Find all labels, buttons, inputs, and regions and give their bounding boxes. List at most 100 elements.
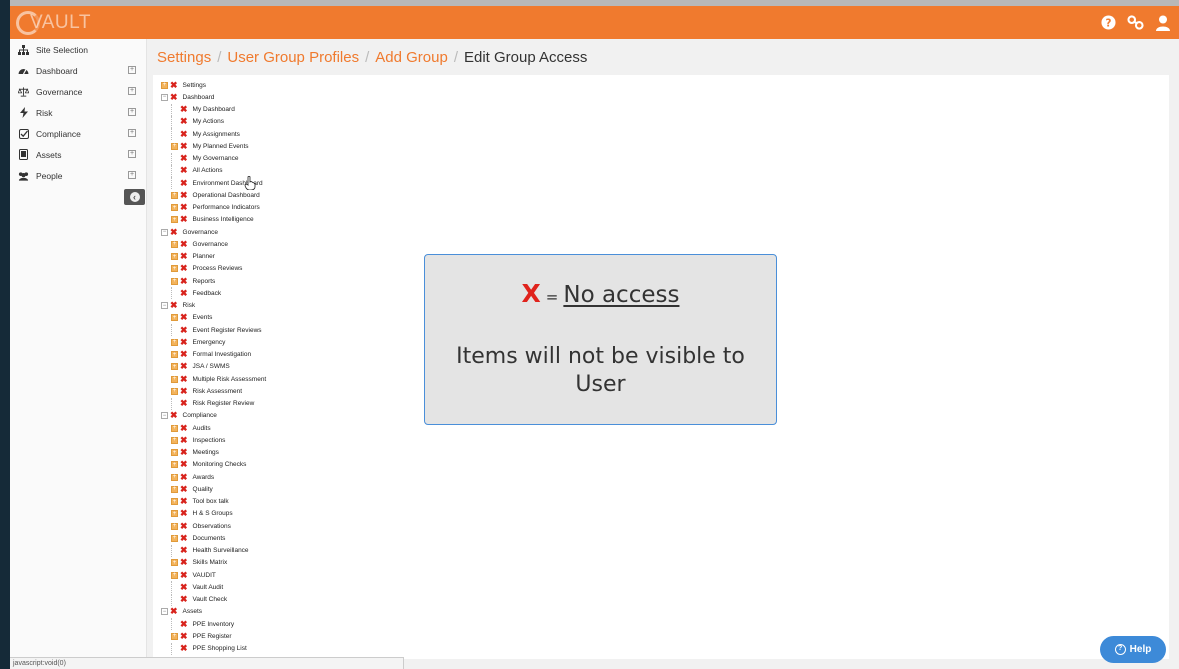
- tree-node[interactable]: ✖ PPE Shopping List: [155, 642, 266, 655]
- expand-node-icon[interactable]: +: [171, 240, 178, 248]
- no-access-x-icon[interactable]: ✖: [180, 165, 188, 176]
- tree-node[interactable]: ✖ My Governance: [155, 152, 266, 165]
- no-access-x-icon[interactable]: ✖: [180, 398, 188, 409]
- tree-node[interactable]: + ✖ Documents: [155, 532, 266, 544]
- no-access-x-icon[interactable]: ✖: [180, 533, 188, 544]
- breadcrumb-settings[interactable]: Settings: [157, 49, 211, 66]
- tree-node[interactable]: + ✖ Monitoring Checks: [155, 459, 266, 471]
- expand-icon[interactable]: +: [128, 171, 136, 179]
- expand-node-icon[interactable]: +: [171, 363, 178, 371]
- expand-node-icon[interactable]: +: [171, 473, 178, 481]
- no-access-x-icon[interactable]: ✖: [180, 484, 188, 495]
- tree-node[interactable]: + ✖ Operational Dashboard: [155, 189, 266, 201]
- vault-logo[interactable]: VAULT: [16, 10, 91, 36]
- expand-icon[interactable]: +: [128, 66, 136, 74]
- expand-node-icon[interactable]: +: [171, 559, 178, 567]
- tree-node[interactable]: + ✖ Governance: [155, 238, 266, 250]
- no-access-x-icon[interactable]: ✖: [180, 276, 188, 287]
- no-access-x-icon[interactable]: ✖: [180, 104, 188, 115]
- no-access-x-icon[interactable]: ✖: [180, 153, 188, 164]
- no-access-x-icon[interactable]: ✖: [180, 178, 188, 189]
- expand-node-icon[interactable]: +: [171, 204, 178, 212]
- no-access-x-icon[interactable]: ✖: [180, 361, 188, 372]
- sidebar-item-compliance[interactable]: Compliance +: [10, 123, 146, 144]
- sidebar-item-assets[interactable]: Assets +: [10, 144, 146, 165]
- expand-node-icon[interactable]: +: [171, 265, 178, 273]
- tree-node[interactable]: ✖ Feedback: [155, 287, 266, 300]
- no-access-x-icon[interactable]: ✖: [180, 521, 188, 532]
- expand-node-icon[interactable]: +: [171, 142, 178, 150]
- collapse-node-icon[interactable]: −: [161, 412, 168, 420]
- no-access-x-icon[interactable]: ✖: [180, 349, 188, 360]
- no-access-x-icon[interactable]: ✖: [180, 619, 188, 630]
- no-access-x-icon[interactable]: ✖: [180, 325, 188, 336]
- expand-node-icon[interactable]: +: [171, 498, 178, 506]
- link-icon[interactable]: [1127, 14, 1144, 31]
- no-access-x-icon[interactable]: ✖: [180, 631, 188, 642]
- no-access-x-icon[interactable]: ✖: [180, 386, 188, 397]
- no-access-x-icon[interactable]: ✖: [180, 374, 188, 385]
- expand-icon[interactable]: +: [128, 129, 136, 137]
- tree-node[interactable]: + ✖ My Planned Events: [155, 140, 266, 152]
- sidebar-collapse-button[interactable]: ‹: [124, 189, 145, 205]
- expand-node-icon[interactable]: +: [171, 571, 178, 579]
- tree-node[interactable]: + ✖ JSA / SWMS: [155, 361, 266, 373]
- no-access-x-icon[interactable]: ✖: [180, 557, 188, 568]
- expand-node-icon[interactable]: +: [171, 424, 178, 432]
- tree-node[interactable]: ✖ Vault Audit: [155, 581, 266, 594]
- no-access-x-icon[interactable]: ✖: [180, 263, 188, 274]
- tree-node[interactable]: ✖ Vault Check: [155, 593, 266, 606]
- expand-node-icon[interactable]: +: [171, 253, 178, 261]
- tree-node[interactable]: − ✖ Dashboard: [155, 91, 266, 103]
- no-access-x-icon[interactable]: ✖: [170, 80, 178, 91]
- breadcrumb-add-group[interactable]: Add Group: [375, 49, 448, 66]
- expand-node-icon[interactable]: +: [171, 461, 178, 469]
- no-access-x-icon[interactable]: ✖: [180, 423, 188, 434]
- tree-node[interactable]: + ✖ Meetings: [155, 447, 266, 459]
- no-access-x-icon[interactable]: ✖: [180, 312, 188, 323]
- tree-node[interactable]: + ✖ Audits: [155, 422, 266, 434]
- no-access-x-icon[interactable]: ✖: [180, 508, 188, 519]
- no-access-x-icon[interactable]: ✖: [180, 459, 188, 470]
- no-access-x-icon[interactable]: ✖: [180, 545, 188, 556]
- tree-node[interactable]: + ✖ Inspections: [155, 434, 266, 446]
- tree-node[interactable]: + ✖ Process Reviews: [155, 263, 266, 275]
- collapse-node-icon[interactable]: −: [161, 93, 168, 101]
- no-access-x-icon[interactable]: ✖: [180, 435, 188, 446]
- no-access-x-icon[interactable]: ✖: [170, 606, 178, 617]
- no-access-x-icon[interactable]: ✖: [180, 251, 188, 262]
- no-access-x-icon[interactable]: ✖: [180, 594, 188, 605]
- tree-node[interactable]: + ✖ Performance Indicators: [155, 202, 266, 214]
- help-button[interactable]: ? Help: [1100, 636, 1166, 663]
- tree-node[interactable]: + ✖ Emergency: [155, 336, 266, 348]
- tree-node[interactable]: + ✖ Reports: [155, 275, 266, 287]
- sidebar-item-dashboard[interactable]: Dashboard +: [10, 60, 146, 81]
- tree-node[interactable]: + ✖ Observations: [155, 520, 266, 532]
- expand-node-icon[interactable]: +: [171, 485, 178, 493]
- expand-node-icon[interactable]: +: [171, 449, 178, 457]
- tree-node[interactable]: ✖ My Actions: [155, 115, 266, 128]
- tree-node[interactable]: + ✖ Settings: [155, 79, 266, 91]
- no-access-x-icon[interactable]: ✖: [180, 496, 188, 507]
- no-access-x-icon[interactable]: ✖: [180, 239, 188, 250]
- tree-node[interactable]: ✖ My Dashboard: [155, 103, 266, 116]
- collapse-node-icon[interactable]: −: [161, 608, 168, 616]
- sidebar-item-people[interactable]: People +: [10, 165, 146, 186]
- expand-node-icon[interactable]: +: [171, 338, 178, 346]
- no-access-x-icon[interactable]: ✖: [180, 570, 188, 581]
- tree-node[interactable]: − ✖ Compliance: [155, 410, 266, 422]
- expand-node-icon[interactable]: +: [171, 375, 178, 383]
- tree-node[interactable]: + ✖ PPE Register: [155, 630, 266, 642]
- breadcrumb-user-group-profiles[interactable]: User Group Profiles: [227, 49, 359, 66]
- no-access-x-icon[interactable]: ✖: [180, 202, 188, 213]
- expand-icon[interactable]: +: [128, 150, 136, 158]
- tree-node[interactable]: ✖ Event Register Reviews: [155, 324, 266, 337]
- help-circle-icon[interactable]: ?: [1100, 14, 1117, 31]
- tree-node[interactable]: − ✖ Governance: [155, 226, 266, 238]
- no-access-x-icon[interactable]: ✖: [180, 141, 188, 152]
- tree-node[interactable]: + ✖ H & S Groups: [155, 508, 266, 520]
- no-access-x-icon[interactable]: ✖: [170, 92, 178, 103]
- expand-node-icon[interactable]: +: [171, 387, 178, 395]
- no-access-x-icon[interactable]: ✖: [180, 643, 188, 654]
- tree-node[interactable]: + ✖ Multiple Risk Assessment: [155, 373, 266, 385]
